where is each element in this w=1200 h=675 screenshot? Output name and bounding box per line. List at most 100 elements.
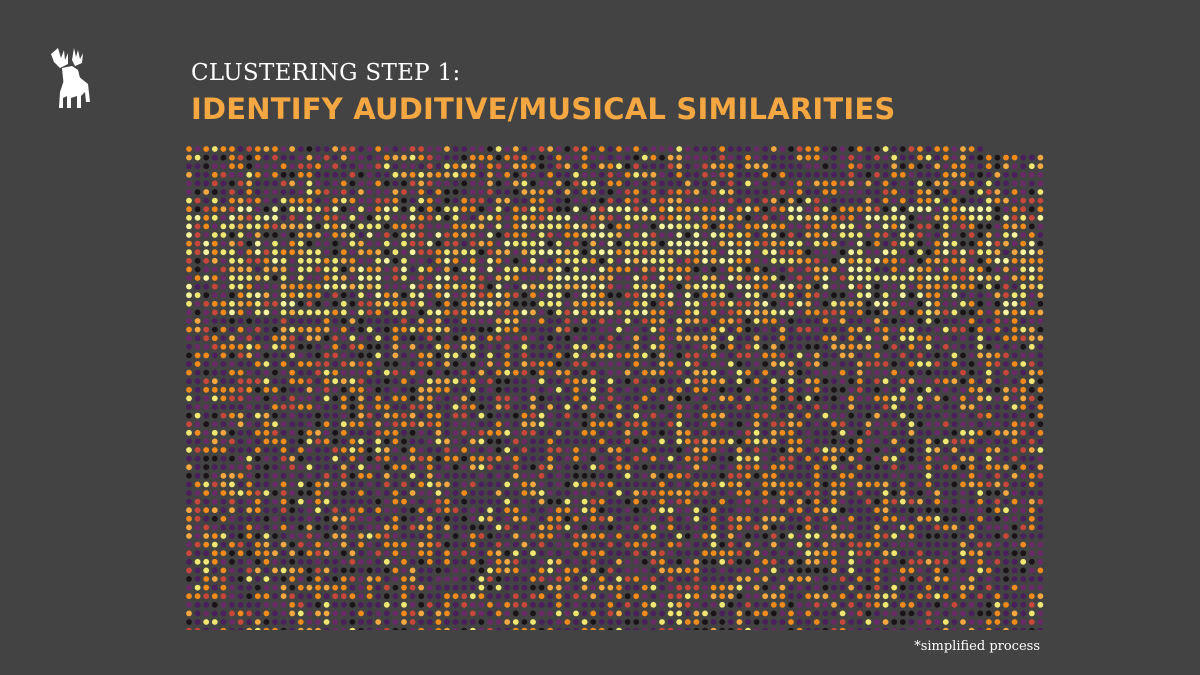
dot (1020, 257, 1027, 264)
dot (607, 309, 614, 316)
dot (856, 292, 863, 299)
dot (237, 438, 244, 445)
dot (555, 507, 562, 514)
dot (813, 464, 820, 471)
dot (1003, 326, 1009, 333)
dot (951, 275, 958, 281)
dot (856, 369, 863, 376)
dot (667, 447, 674, 453)
dot (693, 146, 700, 152)
dot (805, 438, 812, 445)
dot (874, 498, 880, 505)
dot (1011, 275, 1018, 281)
dot (719, 507, 726, 514)
dot (942, 395, 949, 402)
dot (323, 326, 330, 333)
dot (512, 550, 519, 557)
dot (659, 180, 665, 187)
dot (366, 550, 373, 557)
dot (934, 533, 941, 539)
dot (229, 455, 235, 462)
dot (1003, 541, 1009, 548)
dot (426, 335, 433, 342)
dot (263, 240, 270, 247)
dot (392, 171, 399, 178)
dot (1003, 481, 1009, 488)
dot (702, 438, 708, 445)
dot (874, 386, 880, 393)
dot (272, 472, 278, 479)
dot (306, 369, 313, 376)
dot (530, 300, 536, 307)
dot (908, 550, 915, 557)
dot (289, 524, 296, 531)
dot (366, 447, 373, 453)
dot (383, 515, 390, 522)
dot (487, 404, 493, 410)
dot (203, 300, 210, 307)
dot (564, 481, 571, 488)
dot (306, 412, 313, 419)
dot (478, 438, 485, 445)
dot (633, 421, 640, 428)
dot (882, 395, 889, 402)
dot (323, 378, 330, 385)
dot (564, 558, 571, 565)
dot (684, 438, 691, 445)
dot (788, 292, 794, 299)
dot (796, 369, 803, 376)
dot (968, 318, 975, 324)
dot (753, 214, 760, 221)
dot (891, 558, 898, 565)
dot (736, 369, 743, 376)
dot (676, 404, 683, 410)
dot (951, 283, 958, 290)
dot (452, 309, 459, 316)
dot (530, 455, 536, 462)
dot (289, 223, 296, 230)
dot (942, 318, 949, 324)
dot (960, 163, 966, 170)
dot (495, 369, 502, 376)
dot (220, 498, 227, 505)
dot (676, 558, 683, 565)
dot (1020, 464, 1027, 471)
dot (719, 352, 726, 359)
dot (865, 163, 872, 170)
dot (418, 524, 425, 531)
dot (659, 533, 665, 539)
dot (770, 472, 777, 479)
dot (315, 335, 321, 342)
dot (641, 189, 648, 195)
dot (478, 352, 485, 359)
dot (426, 266, 433, 273)
dot (358, 309, 364, 316)
dot (444, 429, 450, 436)
dot (564, 412, 571, 419)
dot (504, 558, 511, 565)
dot (848, 378, 855, 385)
dot (762, 429, 769, 436)
dot (521, 524, 528, 531)
dot (349, 464, 356, 471)
dot (220, 189, 227, 195)
dot (573, 197, 579, 204)
dot (366, 283, 373, 290)
dot (280, 361, 287, 367)
dot (1028, 266, 1035, 273)
dot (186, 283, 192, 290)
dot (401, 533, 407, 539)
dot (874, 438, 880, 445)
dot (598, 309, 605, 316)
dot (521, 146, 528, 152)
dot (813, 378, 820, 385)
dot (564, 275, 571, 281)
dot (891, 249, 898, 256)
dot (409, 481, 416, 488)
dot (323, 352, 330, 359)
dot (186, 300, 192, 307)
dot (573, 249, 579, 256)
dot (822, 498, 829, 505)
dot (719, 275, 726, 281)
dot (762, 223, 769, 230)
